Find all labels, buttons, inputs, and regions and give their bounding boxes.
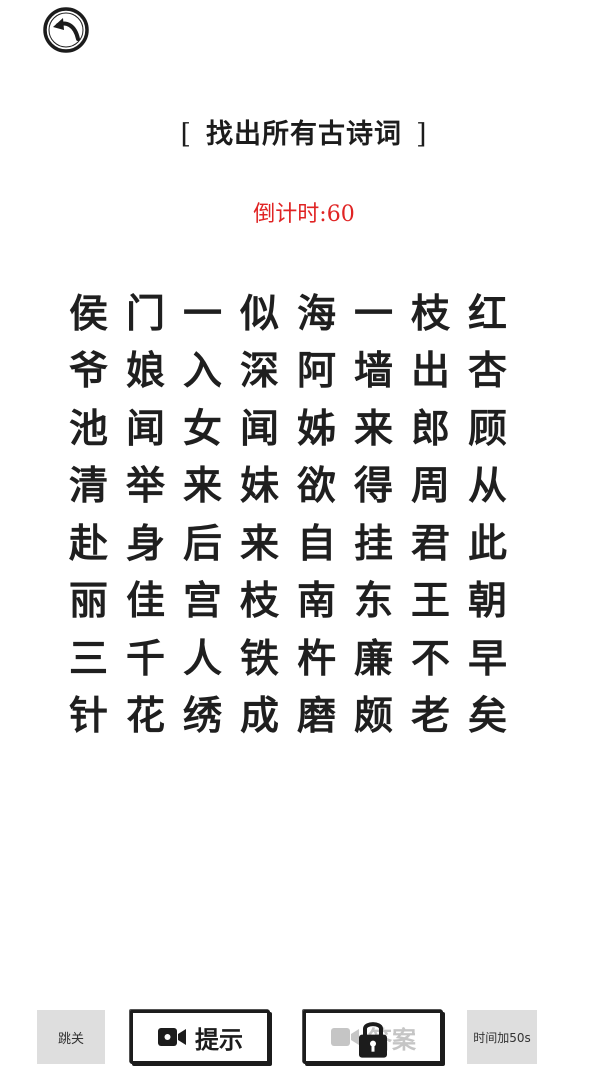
grid-cell[interactable]: 丽 <box>60 570 117 628</box>
grid-cell[interactable]: 红 <box>459 282 516 340</box>
answer-button[interactable]: 答案 <box>303 1010 443 1064</box>
back-button[interactable] <box>42 7 92 53</box>
add-time-button[interactable]: 时间加50s <box>467 1010 537 1064</box>
grid-cell[interactable]: 来 <box>174 455 231 513</box>
grid-cell[interactable]: 女 <box>174 397 231 455</box>
grid-cell[interactable]: 入 <box>174 340 231 398</box>
skip-level-button[interactable]: 跳关 <box>37 1010 105 1064</box>
grid-cell[interactable]: 欲 <box>288 455 345 513</box>
grid-cell[interactable]: 挂 <box>345 512 402 570</box>
grid-cell[interactable]: 花 <box>117 685 174 743</box>
grid-cell[interactable]: 阿 <box>288 340 345 398</box>
grid-cell[interactable]: 君 <box>402 512 459 570</box>
grid-cell[interactable]: 绣 <box>174 685 231 743</box>
grid-cell[interactable]: 一 <box>345 282 402 340</box>
grid-cell[interactable]: 后 <box>174 512 231 570</box>
grid-cell[interactable]: 千 <box>117 627 174 685</box>
hint-label: 提示 <box>195 1024 243 1054</box>
grid-cell[interactable]: 清 <box>60 455 117 513</box>
grid-cell[interactable]: 早 <box>459 627 516 685</box>
grid-cell[interactable]: 从 <box>459 455 516 513</box>
grid-cell[interactable]: 妹 <box>231 455 288 513</box>
skip-level-label: 跳关 <box>57 1031 84 1047</box>
title-bracket-right: ] <box>416 119 428 150</box>
grid-cell[interactable]: 佳 <box>117 570 174 628</box>
grid-cell[interactable]: 杵 <box>288 627 345 685</box>
grid-cell[interactable]: 铁 <box>231 627 288 685</box>
grid-cell[interactable]: 枝 <box>402 282 459 340</box>
grid-cell[interactable]: 侯 <box>60 282 117 340</box>
grid-cell[interactable]: 东 <box>345 570 402 628</box>
grid-cell[interactable]: 海 <box>288 282 345 340</box>
grid-cell[interactable]: 赴 <box>60 512 117 570</box>
grid-cell[interactable]: 枝 <box>231 570 288 628</box>
grid-cell[interactable]: 朝 <box>459 570 516 628</box>
back-arrow-icon <box>43 7 89 53</box>
grid-cell[interactable]: 深 <box>231 340 288 398</box>
grid-cell[interactable]: 颇 <box>345 685 402 743</box>
character-grid: 侯门一似海一枝红爷娘入深阿墙出杏池闻女闻姊来郎顾清举来妹欲得周从赴身后来自挂君此… <box>60 282 516 742</box>
grid-cell[interactable]: 南 <box>288 570 345 628</box>
grid-cell[interactable]: 姊 <box>288 397 345 455</box>
grid-cell[interactable]: 池 <box>60 397 117 455</box>
grid-cell[interactable]: 人 <box>174 627 231 685</box>
grid-cell[interactable]: 周 <box>402 455 459 513</box>
grid-cell[interactable]: 娘 <box>117 340 174 398</box>
grid-cell[interactable]: 不 <box>402 627 459 685</box>
grid-cell[interactable]: 出 <box>402 340 459 398</box>
grid-cell[interactable]: 杏 <box>459 340 516 398</box>
video-camera-icon <box>158 1028 186 1046</box>
grid-cell[interactable]: 成 <box>231 685 288 743</box>
grid-cell[interactable]: 门 <box>117 282 174 340</box>
grid-cell[interactable]: 闻 <box>231 397 288 455</box>
grid-cell[interactable]: 磨 <box>288 685 345 743</box>
grid-cell[interactable]: 王 <box>402 570 459 628</box>
grid-cell[interactable]: 似 <box>231 282 288 340</box>
grid-cell[interactable]: 得 <box>345 455 402 513</box>
grid-cell[interactable]: 廉 <box>345 627 402 685</box>
grid-cell[interactable]: 针 <box>60 685 117 743</box>
grid-cell[interactable]: 举 <box>117 455 174 513</box>
grid-cell[interactable]: 三 <box>60 627 117 685</box>
grid-cell[interactable]: 顾 <box>459 397 516 455</box>
countdown-timer: 倒计时:60 <box>253 202 355 227</box>
grid-cell[interactable]: 来 <box>231 512 288 570</box>
grid-cell[interactable]: 宫 <box>174 570 231 628</box>
grid-cell[interactable]: 来 <box>345 397 402 455</box>
grid-cell[interactable]: 墙 <box>345 340 402 398</box>
grid-cell[interactable]: 一 <box>174 282 231 340</box>
add-time-label: 时间加50s <box>473 1030 531 1045</box>
grid-cell[interactable]: 此 <box>459 512 516 570</box>
title-bracket-left: [ <box>180 119 192 150</box>
grid-cell[interactable]: 身 <box>117 512 174 570</box>
page-title: [ 找出所有古诗词] <box>0 112 608 151</box>
grid-cell[interactable]: 闻 <box>117 397 174 455</box>
video-camera-icon <box>331 1028 359 1046</box>
grid-cell[interactable]: 爷 <box>60 340 117 398</box>
hint-button[interactable]: 提示 <box>130 1010 270 1064</box>
title-text: 找出所有古诗词 <box>206 119 402 150</box>
lock-icon <box>359 1022 387 1058</box>
grid-cell[interactable]: 自 <box>288 512 345 570</box>
grid-cell[interactable]: 老 <box>402 685 459 743</box>
grid-cell[interactable]: 矣 <box>459 685 516 743</box>
grid-cell[interactable]: 郎 <box>402 397 459 455</box>
